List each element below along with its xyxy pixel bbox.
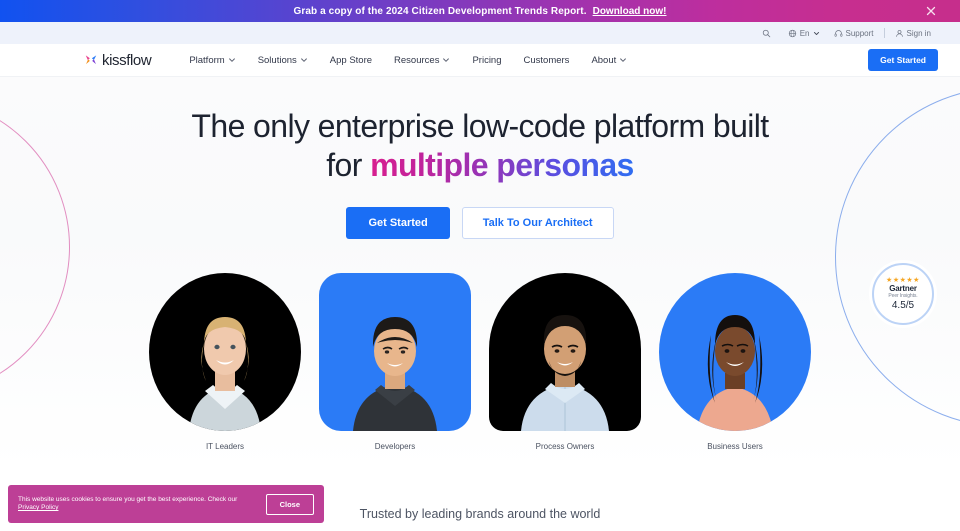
hero-content: The only enterprise low-code platform bu… xyxy=(0,77,960,240)
chevron-down-icon xyxy=(300,56,308,64)
nav-item-resources[interactable]: Resources xyxy=(383,55,461,66)
hero-section: The only enterprise low-code platform bu… xyxy=(0,77,960,471)
chevron-down-icon xyxy=(228,56,236,64)
gartner-peer-insights-badge[interactable]: ★★★★★ Gartner Peer Insights. 4.5/5 xyxy=(872,263,934,325)
utility-sign-in[interactable]: Sign in xyxy=(888,29,938,38)
kissflow-logo[interactable]: kissflow xyxy=(84,51,152,69)
persona-label: Process Owners xyxy=(535,442,595,452)
persona-label: Developers xyxy=(374,442,416,452)
kissflow-logo-icon xyxy=(85,55,97,65)
persona-avatar xyxy=(659,273,811,432)
nav-item-solutions-label: Solutions xyxy=(257,54,297,66)
utility-language-label: En xyxy=(799,28,810,38)
gartner-score: 4.5/5 xyxy=(891,300,915,312)
persona-list: IT Leaders Developers Process Owners Bus… xyxy=(0,273,960,451)
utility-support[interactable]: Support xyxy=(827,29,881,38)
headline-line-2-prefix: for xyxy=(326,147,371,184)
utility-bar: En Support Sign in xyxy=(0,22,960,44)
nav-get-started-button[interactable]: Get Started xyxy=(868,49,938,71)
logo-text: kissflow xyxy=(102,51,152,69)
nav-item-pricing[interactable]: Pricing xyxy=(461,55,512,66)
promo-banner-text: Grab a copy of the 2024 Citizen Developm… xyxy=(293,5,587,17)
chevron-down-icon xyxy=(619,56,627,64)
nav-item-resources-label: Resources xyxy=(394,54,440,66)
hero-talk-to-architect-button[interactable]: Talk To Our Architect xyxy=(461,207,614,240)
cookie-consent-message: This website uses cookies to ensure you … xyxy=(18,495,238,503)
nav-item-app-store[interactable]: App Store xyxy=(319,55,383,66)
nav-item-solutions[interactable]: Solutions xyxy=(247,55,319,66)
headset-icon xyxy=(834,29,843,38)
nav-item-customers[interactable]: Customers xyxy=(513,55,581,66)
headline-accent: multiple personas xyxy=(370,147,634,184)
nav-item-platform[interactable]: Platform xyxy=(178,55,246,66)
utility-language-selector[interactable]: En xyxy=(781,29,827,38)
cookie-consent-banner: This website uses cookies to ensure you … xyxy=(8,485,324,523)
close-icon[interactable] xyxy=(924,4,938,18)
page-title: The only enterprise low-code platform bu… xyxy=(0,107,960,185)
promo-banner-download-link[interactable]: Download now! xyxy=(593,6,667,17)
utility-divider xyxy=(883,28,885,38)
search-icon xyxy=(762,29,771,38)
user-icon xyxy=(895,29,904,38)
nav-item-app-store-label: App Store xyxy=(329,54,373,66)
hero-cta-row: Get Started Talk To Our Architect xyxy=(0,207,960,240)
page-root: Grab a copy of the 2024 Citizen Developm… xyxy=(0,0,960,531)
utility-sign-in-label: Sign in xyxy=(906,28,931,38)
nav-item-customers-label: Customers xyxy=(523,54,570,66)
persona-avatar xyxy=(489,273,641,432)
chevron-down-icon xyxy=(813,30,820,37)
persona-avatar xyxy=(319,273,471,432)
gartner-stars: ★★★★★ xyxy=(886,276,920,284)
trusted-brands-heading: Trusted by leading brands around the wor… xyxy=(359,507,601,521)
persona-business-users[interactable]: Business Users xyxy=(659,273,811,451)
chevron-down-icon xyxy=(442,56,450,64)
persona-process-owners[interactable]: Process Owners xyxy=(489,273,641,451)
persona-label: Business Users xyxy=(707,442,763,452)
utility-support-label: Support xyxy=(845,28,874,38)
nav-item-about[interactable]: About xyxy=(580,55,638,66)
persona-it-leaders[interactable]: IT Leaders xyxy=(149,273,301,451)
privacy-policy-link[interactable]: Privacy Policy xyxy=(18,504,58,511)
nav-item-platform-label: Platform xyxy=(189,54,225,66)
persona-label: IT Leaders xyxy=(205,442,245,452)
nav-item-about-label: About xyxy=(591,54,617,66)
headline-line-1: The only enterprise low-code platform bu… xyxy=(191,108,769,144)
nav-item-pricing-label: Pricing xyxy=(472,54,502,66)
persona-avatar xyxy=(149,273,301,432)
gartner-subtitle: Peer Insights. xyxy=(888,292,918,299)
nav-links: Platform Solutions App Store Resources P… xyxy=(178,55,638,66)
main-navigation: kissflow Platform Solutions App Store Re… xyxy=(0,44,960,77)
globe-icon xyxy=(788,29,797,38)
hero-get-started-button[interactable]: Get Started xyxy=(346,207,450,240)
cookie-consent-text: This website uses cookies to ensure you … xyxy=(18,496,258,513)
persona-developers[interactable]: Developers xyxy=(319,273,471,451)
promo-banner: Grab a copy of the 2024 Citizen Developm… xyxy=(0,0,960,22)
cookie-close-button[interactable]: Close xyxy=(265,493,314,515)
utility-search[interactable] xyxy=(755,29,781,38)
